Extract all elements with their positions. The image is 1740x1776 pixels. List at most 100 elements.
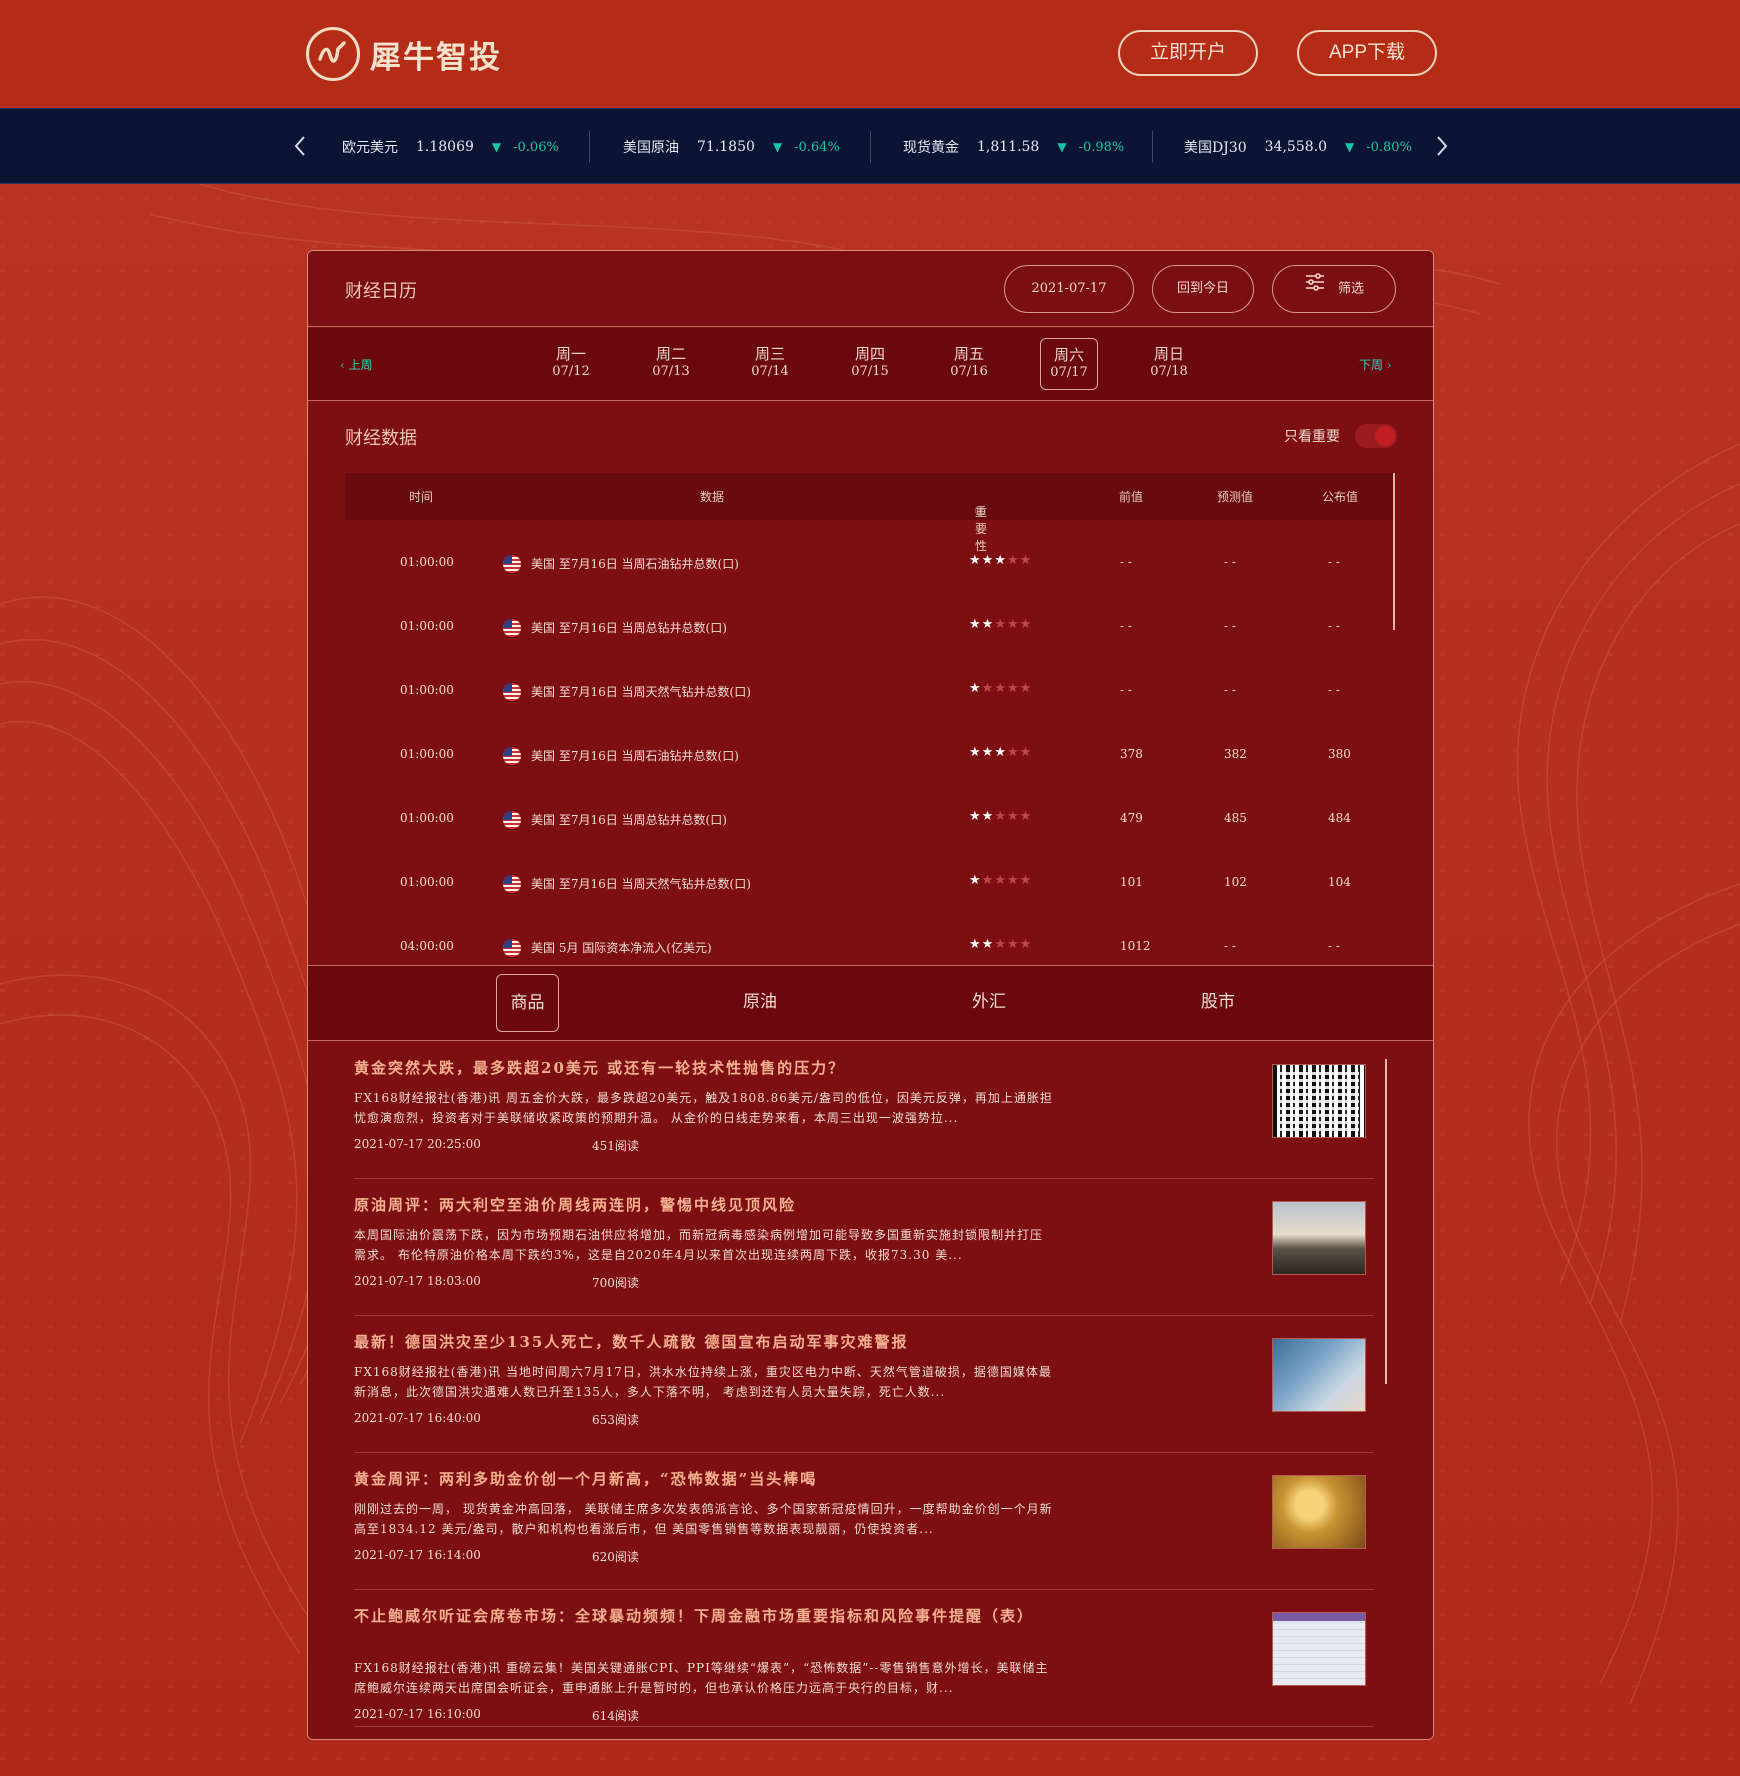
news-title[interactable]: 不止鲍威尔听证会席卷市场：全球暴动频频！下周金融市场重要指标和风险事件提醒（表） [354,1605,1054,1627]
row-event: 美国 至7月16日 当周天然气钻井总数(口) [531,877,751,891]
news-thumbnail[interactable] [1272,1064,1366,1138]
ticker-prev-icon[interactable] [288,131,314,161]
star-empty-icon: ★ [1019,745,1033,760]
table-row[interactable]: 01:00:00 美国 至7月16日 当周总钻井总数(口) ★★★★★ - -- --… [345,596,1394,660]
day-mon[interactable]: 周一 07/12 [542,338,600,390]
table-row[interactable]: 01:00:00 美国 至7月16日 当周石油钻井总数(口) ★★★★★ 378 382… [345,724,1394,788]
tab-stocks[interactable]: 股市 [1198,974,1238,1032]
row-time: 01:00:00 [400,811,454,825]
day-sun[interactable]: 周日 07/18 [1140,338,1198,390]
news-thumbnail[interactable] [1272,1475,1366,1549]
down-triangle-icon: ▼ [1057,140,1067,154]
row-time: 01:00:00 [400,555,454,569]
day-sat-selected[interactable]: 周六 07/17 [1040,338,1098,390]
importance-stars: ★★★★★ [969,937,1032,952]
ticker-item[interactable]: 美国原油 71.1850 ▼ -0.64% [623,109,840,185]
star-filled-icon: ★ [969,809,982,824]
prev-week-link[interactable]: ‹ 上周 [340,356,373,373]
filter-button[interactable]: 筛选 [1272,265,1396,313]
ticker-next-icon[interactable] [1428,131,1454,161]
rhino-logo-icon [306,27,360,81]
news-thumbnail[interactable] [1272,1612,1366,1686]
table-row[interactable]: 01:00:00 美国 至7月16日 当周天然气钻井总数(口) ★★★★★ 101 10… [345,852,1394,916]
news-item[interactable]: 不止鲍威尔听证会席卷市场：全球暴动频频！下周金融市场重要指标和风险事件提醒（表）… [354,1590,1374,1727]
ticker-item[interactable]: 现货黄金 1,811.58 ▼ -0.98% [903,109,1124,185]
table-row[interactable]: 01:00:00 美国 至7月16日 当周天然气钻井总数(口) ★★★★★ - -- … [345,660,1394,724]
news-scrollbar[interactable] [1385,1059,1387,1384]
star-empty-icon: ★ [1006,873,1020,888]
market-ticker: 欧元美元 1.18069 ▼ -0.06% 美国原油 71.1850 ▼ -0.… [0,108,1740,184]
news-item[interactable]: 黄金周评：两利多助金价创一个月新高，“恐怖数据”当头棒喝 刚刚过去的一周， 现货黄… [354,1453,1374,1590]
ticker-item[interactable]: 美国DJ30 34,558.0 ▼ -0.80% [1184,109,1412,185]
day-name: 周二 [655,345,686,363]
news-reads: 451阅读 [592,1139,639,1153]
back-to-today-button[interactable]: 回到今日 [1152,265,1254,313]
news-list: 黄金突然大跌，最多跌超20美元 或还有一轮技术性抛售的压力？ FX168财经报社(… [308,1042,1433,1739]
date-picker-button[interactable]: 2021-07-17 [1004,265,1134,313]
tab-crude-oil[interactable]: 原油 [740,974,780,1032]
star-filled-icon: ★ [969,745,982,760]
tab-commodities[interactable]: 商品 [496,974,559,1032]
star-filled-icon: ★ [969,937,982,952]
star-empty-icon: ★ [1006,553,1020,568]
table-header: 时间 数据 重要性 ⓘ 前值 预测值 公布值 [345,473,1394,553]
news-thumbnail[interactable] [1272,1201,1366,1275]
calendar-title: 财经日历 [345,281,417,302]
ticker-change: -0.06% [513,139,559,155]
news-reads: 614阅读 [592,1709,639,1723]
row-previous: 378 [1120,747,1143,761]
news-title[interactable]: 最新！德国洪灾至少135人死亡，数千人疏散 德国宣布启动军事灾难警报 [354,1331,1054,1353]
logo[interactable]: 犀牛智投 [306,24,502,84]
week-selector: ‹ 上周 周一 07/12 周二 07/13 周三 07/14 周四 07/15 周五 0… [308,328,1433,401]
row-forecast: - - [1224,619,1236,633]
day-thu[interactable]: 周四 07/15 [841,338,899,390]
ticker-divider [870,131,871,163]
news-title[interactable]: 黄金周评：两利多助金价创一个月新高，“恐怖数据”当头棒喝 [354,1468,1054,1490]
news-reads: 700阅读 [592,1276,639,1290]
star-empty-icon: ★ [1006,937,1020,952]
day-fri[interactable]: 周五 07/16 [940,338,998,390]
app-download-button[interactable]: APP下载 [1297,30,1437,76]
news-reads: 620阅读 [592,1550,639,1564]
star-empty-icon: ★ [1006,617,1020,632]
col-data: 数据 [700,490,725,504]
news-title[interactable]: 原油周评：两大利空至油价周线两连阴，警惕中线见顶风险 [354,1194,1054,1216]
filter-label: 筛选 [1337,281,1364,297]
news-title[interactable]: 黄金突然大跌，最多跌超20美元 或还有一轮技术性抛售的压力？ [354,1057,1054,1079]
news-item[interactable]: 原油周评：两大利空至油价周线两连阴，警惕中线见顶风险 本周国际油价震荡下跌，因为市… [354,1179,1374,1316]
row-forecast: 485 [1224,811,1247,825]
row-time: 01:00:00 [400,683,454,697]
row-previous: - - [1120,555,1132,569]
news-item[interactable]: 黄金突然大跌，最多跌超20美元 或还有一轮技术性抛售的压力？ FX168财经报社(… [354,1042,1374,1179]
news-time: 2021-07-17 16:14:00 [354,1548,481,1562]
next-week-link[interactable]: 下周 › [1359,356,1392,373]
row-event: 美国 至7月16日 当周石油钻井总数(口) [531,749,739,763]
important-only-toggle[interactable] [1355,424,1397,448]
importance-stars: ★★★★★ [969,873,1032,888]
star-empty-icon: ★ [1019,809,1033,824]
ticker-item[interactable]: 欧元美元 1.18069 ▼ -0.06% [342,109,559,185]
table-row[interactable]: 01:00:00 美国 至7月16日 当周总钻井总数(口) ★★★★★ 479 485 4… [345,788,1394,852]
day-wed[interactable]: 周三 07/14 [741,338,799,390]
ticker-change: -0.98% [1078,139,1125,155]
star-filled-icon: ★ [969,681,982,696]
row-actual: 380 [1328,747,1351,761]
table-row[interactable]: 01:00:00 美国 至7月16日 当周石油钻井总数(口) ★★★★★ - -- -… [345,532,1394,596]
ticker-name: 欧元美元 [342,140,398,156]
open-account-button[interactable]: 立即开户 [1118,30,1258,76]
tab-forex[interactable]: 外汇 [969,974,1009,1032]
day-date: 07/18 [1150,364,1188,379]
star-empty-icon: ★ [994,809,1007,824]
star-filled-icon: ★ [969,873,982,888]
chevron-right-icon: › [1383,358,1392,372]
importance-stars: ★★★★★ [969,553,1032,568]
row-previous: 479 [1120,811,1143,825]
star-empty-icon: ★ [994,937,1007,952]
row-time: 01:00:00 [400,747,454,761]
news-item[interactable]: 最新！德国洪灾至少135人死亡，数千人疏散 德国宣布启动军事灾难警报 FX168财… [354,1316,1374,1453]
row-event: 美国 至7月16日 当周石油钻井总数(口) [531,557,739,571]
ticker-name: 美国DJ30 [1184,140,1247,156]
day-tue[interactable]: 周二 07/13 [642,338,700,390]
news-thumbnail[interactable] [1272,1338,1366,1412]
row-previous: 101 [1120,875,1143,889]
